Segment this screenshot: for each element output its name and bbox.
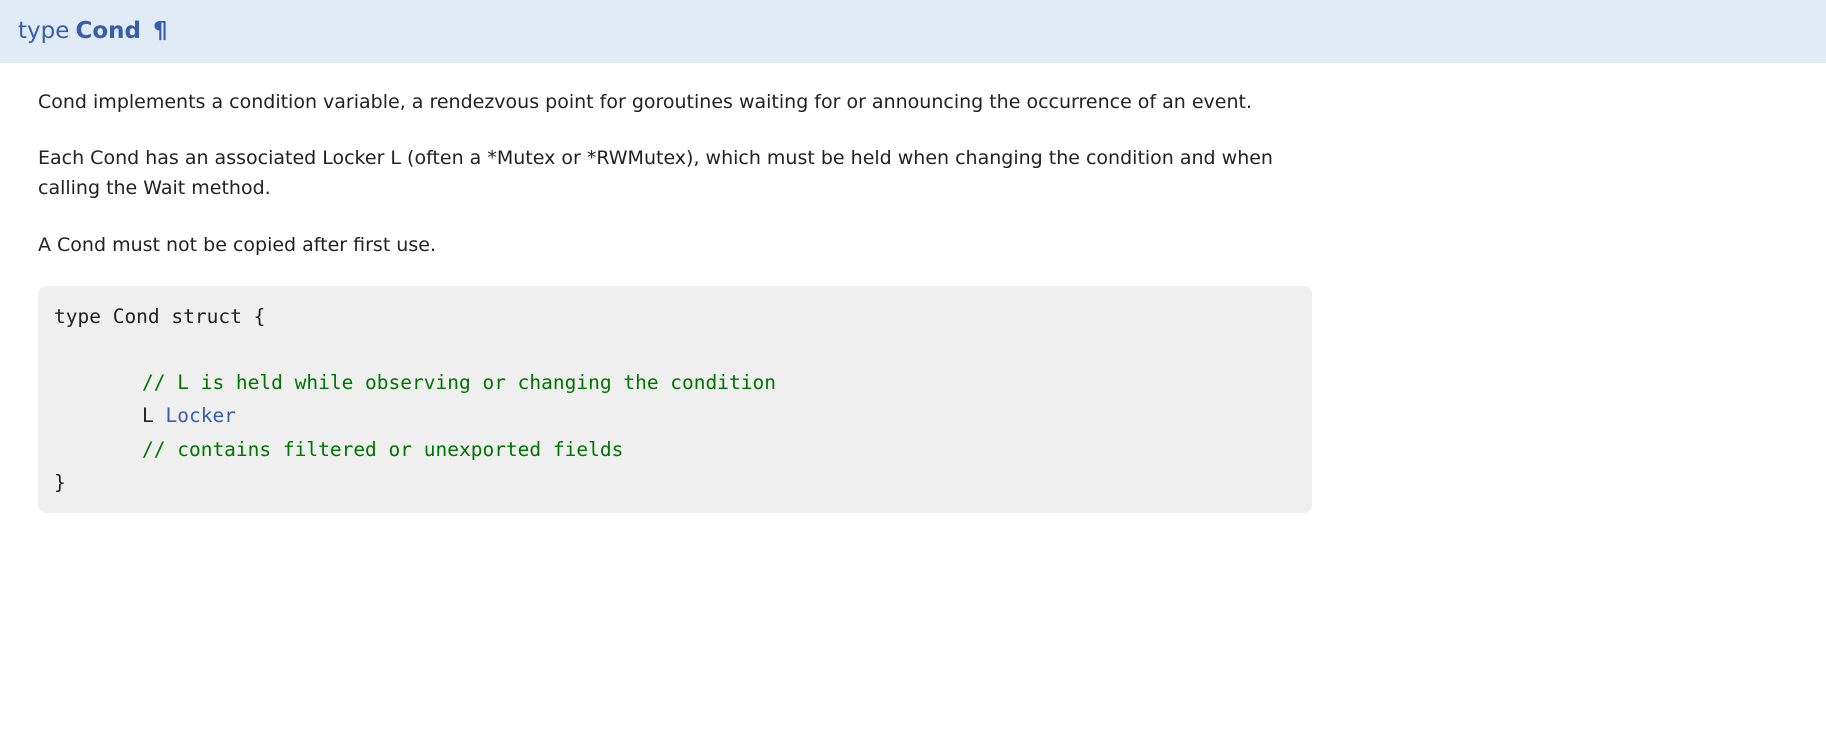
code-field-name: L — [142, 404, 165, 427]
code-type-link-locker[interactable]: Locker — [165, 404, 235, 427]
code-struct-close: } — [54, 471, 66, 494]
paragraph-description-2: Each Cond has an associated Locker L (of… — [38, 143, 1312, 204]
paragraph-description-3: A Cond must not be copied after first us… — [38, 230, 1312, 260]
permalink-pilcrow-icon[interactable]: ¶ — [153, 18, 168, 44]
type-keyword: type — [18, 18, 69, 44]
paragraph-description-1: Cond implements a condition variable, a … — [38, 87, 1312, 117]
type-header: type Cond ¶ — [0, 0, 1826, 63]
content-body: Cond implements a condition variable, a … — [0, 63, 1350, 533]
code-block: type Cond struct { // L is held while ob… — [38, 286, 1312, 513]
code-comment-2: // contains filtered or unexported field… — [142, 438, 623, 461]
code-struct-open: type Cond struct { — [54, 305, 265, 328]
code-comment-1: // L is held while observing or changing… — [142, 371, 776, 394]
type-name[interactable]: Cond — [75, 18, 141, 44]
